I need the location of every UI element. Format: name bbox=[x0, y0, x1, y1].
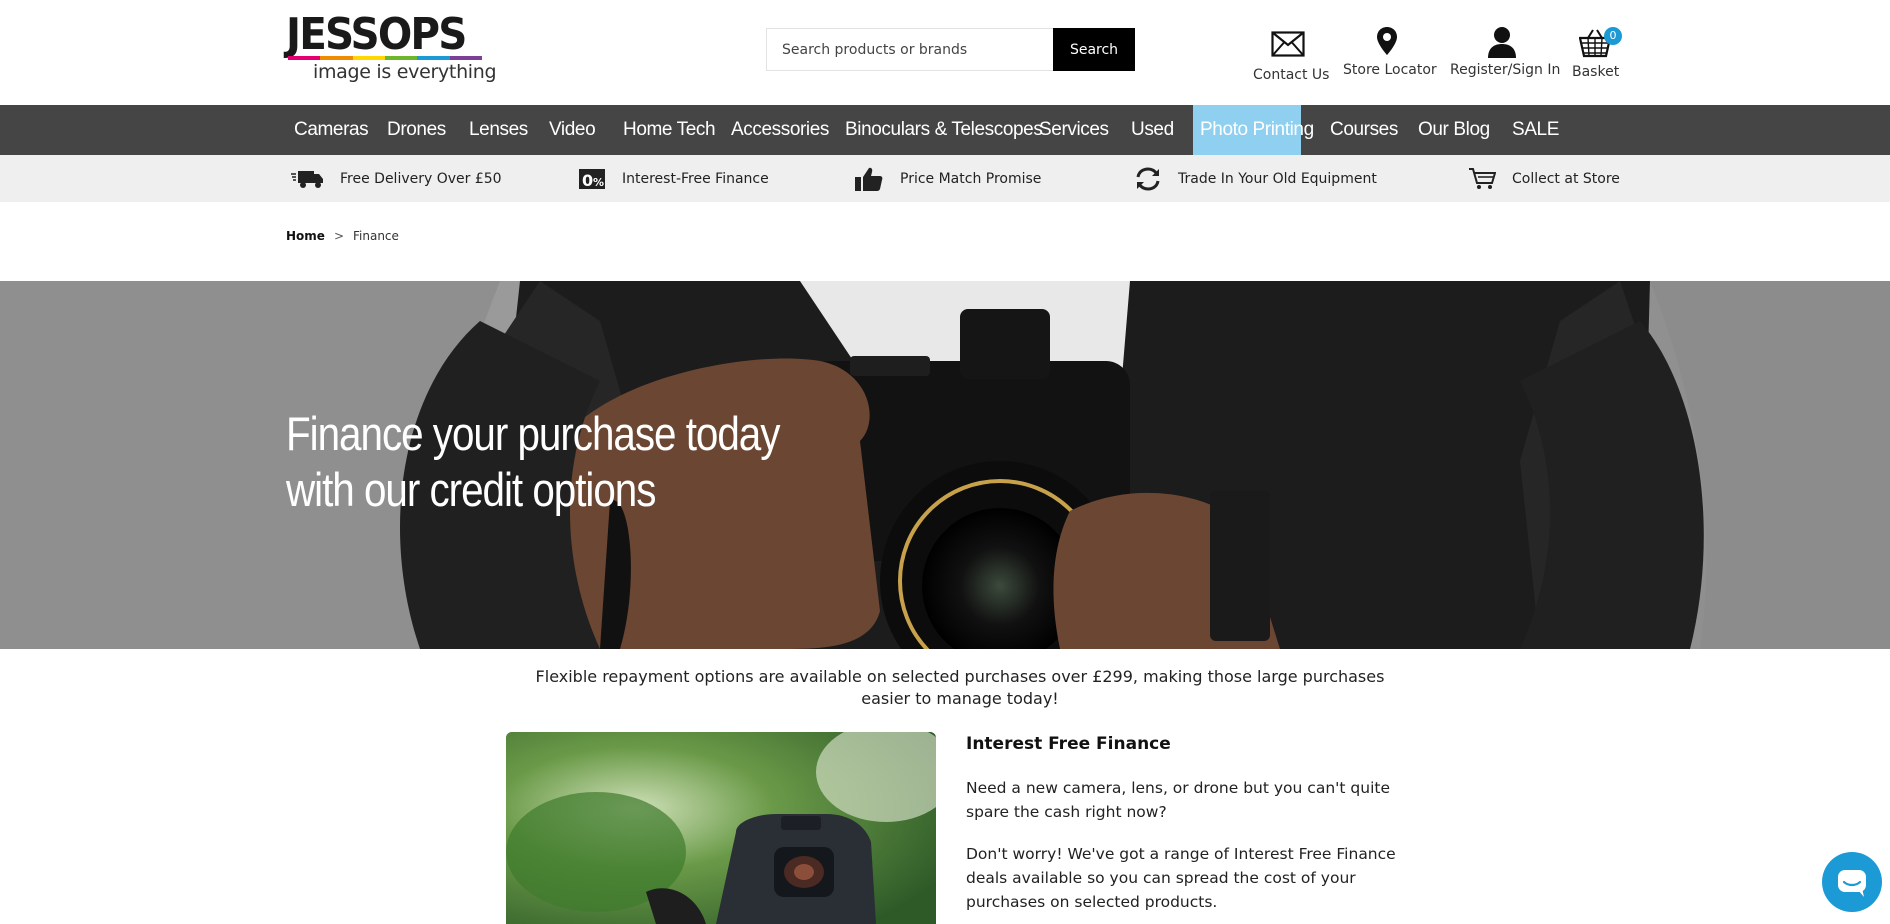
section-heading: Interest Free Finance bbox=[966, 734, 1171, 754]
finance-intro-text: Flexible repayment options are available… bbox=[535, 667, 1385, 708]
hero-heading-line1: Finance your purchase today bbox=[286, 407, 780, 460]
envelope-icon bbox=[1253, 31, 1323, 63]
contact-us-link[interactable]: Contact Us bbox=[1253, 26, 1329, 83]
usp-interest-free-finance[interactable]: 0% Interest-Free Finance bbox=[578, 155, 769, 202]
thumbs-up-icon bbox=[855, 167, 883, 191]
usp-collect-label: Collect at Store bbox=[1512, 170, 1620, 187]
breadcrumb: Home > Finance bbox=[286, 229, 399, 243]
basket-label: Basket bbox=[1572, 64, 1620, 80]
nav-item-our-blog[interactable]: Our Blog bbox=[1410, 105, 1498, 155]
nav-item-accessories[interactable]: Accessories bbox=[723, 105, 837, 155]
nav-item-home-tech[interactable]: Home Tech bbox=[615, 105, 723, 155]
usp-price-match-label: Price Match Promise bbox=[900, 170, 1042, 187]
register-signin-link[interactable]: Register/Sign In bbox=[1450, 26, 1560, 78]
section-paragraph-2: Don't worry! We've got a range of Intere… bbox=[966, 845, 1396, 911]
shopping-cart-icon bbox=[1469, 167, 1496, 189]
nav-item-drones[interactable]: Drones bbox=[379, 105, 454, 155]
map-pin-icon bbox=[1343, 26, 1431, 58]
nav-item-cameras[interactable]: Cameras bbox=[286, 105, 376, 155]
contact-us-label: Contact Us bbox=[1253, 67, 1330, 83]
nav-item-lenses[interactable]: Lenses bbox=[461, 105, 536, 155]
register-signin-label: Register/Sign In bbox=[1450, 62, 1561, 78]
usp-free-delivery-label: Free Delivery Over £50 bbox=[340, 170, 502, 187]
store-locator-link[interactable]: Store Locator bbox=[1343, 26, 1437, 78]
chat-widget-button[interactable] bbox=[1822, 852, 1882, 912]
nav-item-used[interactable]: Used bbox=[1123, 105, 1182, 155]
zero-percent-icon: 0% bbox=[579, 168, 605, 190]
hero-photo-camera-hands bbox=[0, 281, 1890, 649]
usp-collect-at-store[interactable]: Collect at Store bbox=[1468, 155, 1620, 202]
hero-heading-line2: with our credit options bbox=[286, 463, 656, 516]
interest-free-finance-section: Interest Free Finance Need a new camera,… bbox=[966, 734, 1396, 924]
breadcrumb-separator: > bbox=[333, 229, 344, 243]
nav-item-video[interactable]: Video bbox=[541, 105, 603, 155]
basket-icon: 0 bbox=[1578, 27, 1622, 60]
usp-free-delivery[interactable]: Free Delivery Over £50 bbox=[290, 155, 502, 202]
hero-heading: Finance your purchase today with our cre… bbox=[286, 406, 780, 518]
user-icon bbox=[1450, 26, 1554, 58]
usp-bar: Free Delivery Over £50 0% Interest-Free … bbox=[0, 155, 1890, 202]
site-header: JESSOPS image is everything Search Conta… bbox=[0, 0, 1890, 105]
camera-viewfinder-photo bbox=[506, 732, 936, 924]
basket-link[interactable]: 0 Basket bbox=[1572, 26, 1622, 80]
breadcrumb-current: Finance bbox=[353, 229, 399, 243]
section-paragraph-1: Need a new camera, lens, or drone but yo… bbox=[966, 779, 1390, 821]
nav-item-photo-printing[interactable]: Photo Printing bbox=[1193, 105, 1314, 155]
refresh-arrows-icon bbox=[1136, 166, 1160, 191]
delivery-truck-icon bbox=[291, 170, 323, 188]
store-locator-label: Store Locator bbox=[1343, 62, 1437, 78]
svg-text:%: % bbox=[593, 176, 604, 189]
chat-bubble-icon bbox=[1838, 870, 1866, 897]
svg-text:0: 0 bbox=[582, 171, 593, 190]
hero-banner: Finance your purchase today with our cre… bbox=[0, 281, 1890, 649]
nav-item-services[interactable]: Services bbox=[1031, 105, 1117, 155]
nav-item-courses[interactable]: Courses bbox=[1322, 105, 1406, 155]
main-nav: Cameras Drones Lenses Video Home Tech Ac… bbox=[0, 105, 1890, 155]
basket-count-badge: 0 bbox=[1604, 27, 1622, 45]
camera-photo-art bbox=[506, 732, 936, 924]
header-links: Contact Us Store Locator Register/Sign I… bbox=[0, 26, 1890, 86]
usp-finance-label: Interest-Free Finance bbox=[622, 170, 769, 187]
breadcrumb-home[interactable]: Home bbox=[286, 229, 325, 243]
nav-item-sale[interactable]: SALE bbox=[1504, 105, 1567, 155]
usp-trade-in[interactable]: Trade In Your Old Equipment bbox=[1134, 155, 1377, 202]
usp-trade-in-label: Trade In Your Old Equipment bbox=[1178, 170, 1377, 187]
nav-item-binoculars-telescopes[interactable]: Binoculars & Telescopes bbox=[837, 105, 1050, 155]
usp-price-match[interactable]: Price Match Promise bbox=[854, 155, 1041, 202]
